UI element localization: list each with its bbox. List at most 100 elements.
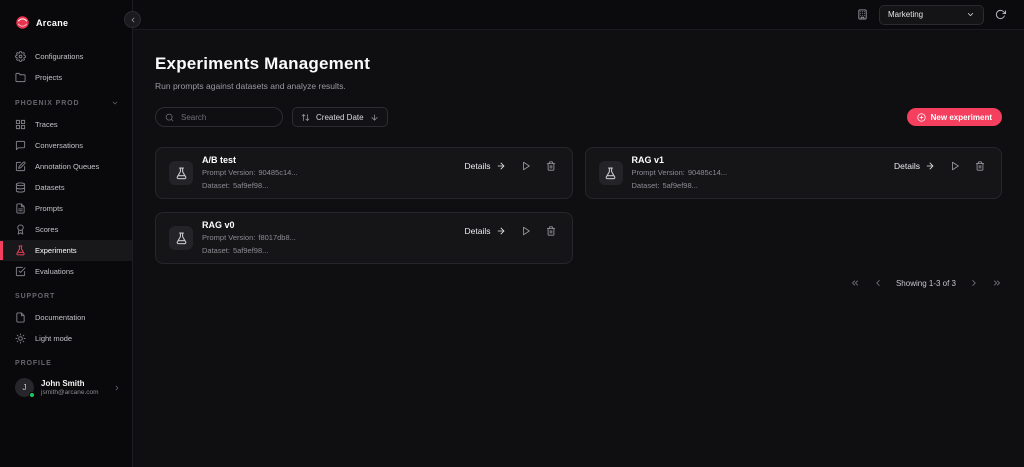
dataset-value: 5af9ef98...: [232, 181, 269, 190]
search-icon: [165, 113, 174, 122]
experiment-dataset: Dataset: 5af9ef98...: [202, 181, 456, 191]
sidebar-item-evaluations[interactable]: Evaluations: [0, 261, 132, 282]
avatar-initial: J: [22, 383, 27, 392]
prompt-version-value: 90485c14...: [687, 168, 728, 177]
prompt-version-label: Prompt Version:: [631, 168, 685, 177]
sidebar-section-label: PHOENIX PROD: [15, 99, 80, 107]
experiment-card: RAG v0 Prompt Version: f8017db8... Dataset:…: [155, 212, 573, 264]
experiment-name: RAG v0: [202, 220, 235, 230]
profile-email: jsmith@arcane.com: [41, 389, 99, 396]
new-experiment-button[interactable]: New experiment: [906, 108, 1002, 126]
experiment-dataset: Dataset: 5af9ef98...: [632, 181, 886, 191]
sidebar-item-label: Datasets: [35, 183, 65, 192]
experiment-prompt-version: Prompt Version: f8017db8...: [202, 233, 456, 243]
page-subtitle: Run prompts against datasets and analyze…: [155, 81, 346, 91]
chevron-down-icon[interactable]: [111, 99, 119, 107]
refresh-button[interactable]: [995, 9, 1006, 20]
plus-circle-icon: [917, 112, 926, 122]
details-label: Details: [894, 161, 920, 171]
sidebar-item-scores[interactable]: Scores: [0, 219, 132, 240]
experiment-actions: Details: [894, 161, 985, 171]
details-link[interactable]: Details: [465, 161, 506, 171]
prompt-version-value: 90485c14...: [258, 168, 298, 177]
controls-row: Created Date New experiment: [155, 107, 1002, 127]
sidebar-item-documentation[interactable]: Documentation: [0, 307, 132, 328]
experiment-prompt-version: Prompt Version: 90485c14...: [202, 168, 456, 178]
profile-name: John Smith: [41, 379, 85, 388]
details-label: Details: [464, 226, 491, 236]
avatar: J: [15, 378, 35, 398]
gear-icon: [15, 51, 26, 62]
prev-page-button[interactable]: [873, 278, 883, 288]
sidebar-collapse-button[interactable]: [124, 11, 141, 28]
sidebar-item-prompts[interactable]: Prompts: [0, 198, 132, 219]
flask-icon: [604, 167, 617, 180]
folder-icon: [15, 72, 26, 83]
sidebar-item-label: Annotation Queues: [35, 162, 100, 171]
sidebar-nav: Configurations Projects PHOENIX PROD Traces…: [0, 36, 132, 349]
last-page-button[interactable]: [992, 278, 1002, 288]
topbar: Marketing: [133, 0, 1024, 30]
search-box: [155, 107, 283, 127]
sidebar-item-traces[interactable]: Traces: [0, 114, 132, 135]
experiment-icon-tile: [169, 226, 193, 250]
new-experiment-label: New experiment: [930, 112, 992, 122]
sort-label: Created Date: [316, 112, 364, 122]
chevron-right-icon: [113, 384, 121, 392]
chat-icon: [15, 140, 26, 151]
database-icon: [15, 182, 26, 193]
flask-icon: [175, 167, 188, 180]
next-page-button[interactable]: [969, 278, 979, 288]
details-label: Details: [464, 161, 491, 171]
delete-experiment-icon[interactable]: [975, 161, 985, 171]
arcane-logo-icon: [15, 15, 30, 30]
dataset-label: Dataset:: [202, 181, 230, 190]
experiment-card: A/B test Prompt Version: 90485c14... Datase…: [155, 147, 573, 199]
workspace-select[interactable]: Marketing: [879, 4, 984, 25]
dataset-label: Dataset:: [202, 246, 230, 255]
delete-experiment-icon[interactable]: [546, 226, 556, 236]
sidebar-item-experiments[interactable]: Experiments: [0, 240, 132, 261]
sidebar-item-label: Prompts: [35, 204, 63, 213]
sidebar-item-datasets[interactable]: Datasets: [0, 177, 132, 198]
clipboard-pen-icon: [15, 161, 26, 172]
check-square-icon: [15, 266, 26, 277]
award-icon: [15, 224, 26, 235]
sidebar-section-header: PHOENIX PROD: [0, 88, 132, 114]
search-input[interactable]: [181, 112, 273, 122]
experiment-name: RAG v1: [631, 155, 665, 165]
run-experiment-icon[interactable]: [521, 161, 531, 171]
details-link[interactable]: Details: [894, 161, 935, 171]
delete-experiment-icon[interactable]: [546, 161, 556, 171]
sort-button[interactable]: Created Date: [292, 107, 388, 127]
arrow-down-icon: [370, 113, 379, 122]
experiment-actions: Details: [465, 226, 556, 236]
arrow-right-icon: [496, 161, 506, 171]
prompt-version-label: Prompt Version:: [202, 233, 256, 242]
sidebar-item-annotation-queues[interactable]: Annotation Queues: [0, 156, 132, 177]
page-title: Experiments Management: [155, 54, 371, 73]
sidebar-item-conversations[interactable]: Conversations: [0, 135, 132, 156]
sidebar-item-light-mode[interactable]: Light mode: [0, 328, 132, 349]
run-experiment-icon[interactable]: [950, 161, 960, 171]
profile-text: John Smith jsmith@arcane.com: [41, 379, 106, 396]
experiment-info: A/B test Prompt Version: 90485c14... Datase…: [202, 155, 456, 191]
sidebar-item-label: Light mode: [35, 334, 73, 343]
run-experiment-icon[interactable]: [521, 226, 531, 236]
flask-icon: [15, 245, 26, 256]
online-status-dot: [29, 392, 35, 398]
sidebar-item-projects[interactable]: Projects: [0, 67, 132, 88]
sidebar-item-configurations[interactable]: Configurations: [0, 46, 132, 67]
details-link[interactable]: Details: [465, 226, 506, 236]
sidebar-item-label: Traces: [35, 120, 58, 129]
profile-card[interactable]: J John Smith jsmith@arcane.com: [0, 374, 132, 398]
experiment-info: RAG v0 Prompt Version: f8017db8... Dataset:…: [202, 220, 456, 256]
sidebar: Arcane Configurations Projects PHOENIX PRO…: [0, 0, 141, 467]
app-name: Arcane: [36, 17, 69, 28]
chevron-left-icon: [129, 16, 137, 24]
workspace-value: Marketing: [888, 10, 924, 19]
main-area: Marketing Experiments Management Run pro…: [133, 0, 1024, 467]
sidebar-item-label: Conversations: [35, 141, 83, 150]
pagination-label: Showing 1-3 of 3: [895, 278, 956, 288]
first-page-button[interactable]: [850, 278, 860, 288]
